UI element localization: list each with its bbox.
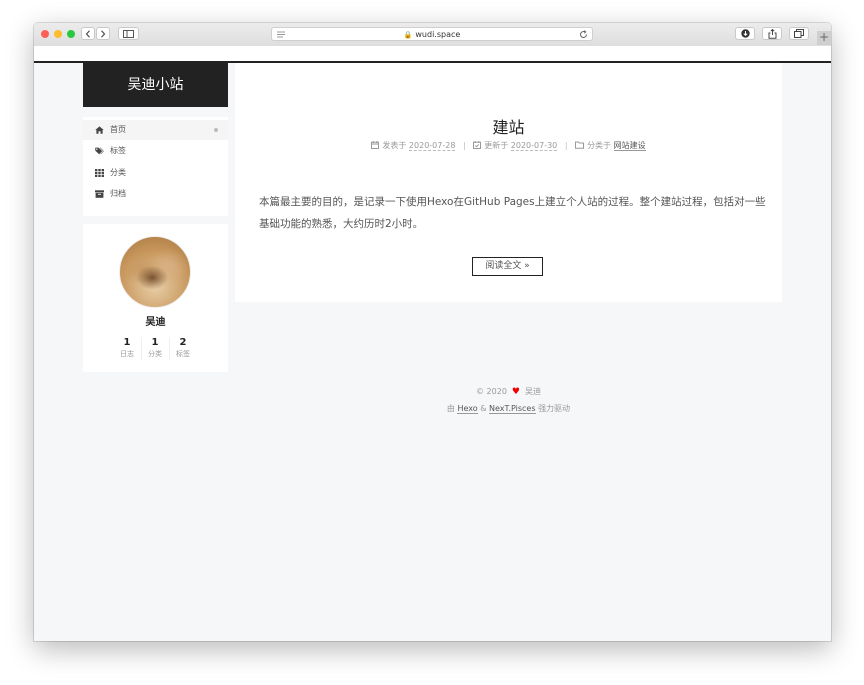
category-link[interactable]: 网站建设 (613, 141, 646, 151)
heart-icon: ♥ (511, 387, 520, 397)
stat-count: 1 (151, 337, 159, 348)
posted-label: 发表于 (382, 141, 407, 150)
category-label: 分类于 (587, 141, 612, 150)
share-button[interactable] (762, 27, 782, 40)
plus-icon: + (818, 30, 830, 44)
tabs-icon (794, 29, 804, 38)
browser-toolbar: 🔒 wudi.space + (34, 23, 831, 47)
menu-item-categories[interactable]: 分类 (83, 163, 228, 183)
menu-item-label: 标签 (110, 146, 126, 155)
menu-item-archives[interactable]: 归档 (83, 184, 228, 204)
reload-icon[interactable] (579, 30, 588, 39)
calendar-check-icon (473, 141, 482, 149)
menu-item-home[interactable]: 首页 (83, 120, 228, 140)
post-excerpt: 本篇最主要的目的，是记录一下使用Hexo在GitHub Pages上建立个人站的… (259, 196, 766, 230)
downloads-button[interactable] (735, 27, 755, 40)
meta-separator: | (462, 141, 466, 150)
author-profile: 吴迪 1 日志 1 分类 2 标签 (83, 224, 228, 372)
post-title[interactable]: 建站 (235, 114, 782, 138)
updated-label: 更新于 (484, 141, 509, 150)
site-brand[interactable]: 吴迪小站 (83, 63, 228, 107)
hexo-link[interactable]: Hexo (457, 404, 478, 414)
menu-item-tags[interactable]: 标签 (83, 141, 228, 161)
new-tab-button[interactable]: + (817, 31, 831, 45)
meta-separator: | (564, 141, 568, 150)
url-text: wudi.space (415, 30, 461, 39)
th-icon (95, 169, 104, 177)
stat-posts[interactable]: 1 日志 (113, 336, 141, 360)
minimize-window-button[interactable] (54, 30, 62, 38)
folder-icon (575, 141, 585, 149)
active-indicator (214, 128, 218, 132)
chevron-left-icon (85, 29, 90, 38)
footer-powered-by: 由 Hexo & NexT.Pisces 强力驱动 (235, 403, 782, 414)
share-icon (768, 28, 776, 39)
back-button[interactable] (81, 27, 95, 40)
sidebar-icon (123, 29, 134, 38)
download-icon (740, 29, 750, 38)
author-avatar (119, 236, 191, 308)
calendar-icon (371, 141, 380, 149)
archive-icon (95, 190, 104, 198)
tab-strip (34, 46, 831, 63)
updated-date: 2020-07-30 (510, 141, 558, 151)
footer-author: 吴迪 (524, 387, 541, 396)
tags-icon (95, 147, 104, 155)
address-bar[interactable]: 🔒 wudi.space (271, 27, 593, 41)
stat-label: 标签 (176, 350, 190, 358)
home-icon (95, 126, 104, 134)
powered-prefix: 由 (446, 404, 455, 413)
stat-count: 2 (179, 337, 187, 348)
tabs-overview-button[interactable] (789, 27, 809, 40)
theme-link[interactable]: NexT.Pisces (489, 404, 536, 414)
read-more-button[interactable]: 阅读全文 » (472, 257, 543, 276)
footer-copyright: © 2020 ♥ 吴迪 (235, 386, 782, 397)
forward-button[interactable] (96, 27, 110, 40)
stat-tags[interactable]: 2 标签 (169, 336, 197, 360)
stat-categories[interactable]: 1 分类 (141, 336, 169, 360)
menu-item-label: 首页 (110, 125, 126, 134)
zoom-window-button[interactable] (67, 30, 75, 38)
powered-suffix: 强力驱动 (538, 404, 571, 413)
close-window-button[interactable] (41, 30, 49, 38)
sidebar-toggle-button[interactable] (118, 27, 139, 40)
menu-item-label: 分类 (110, 168, 126, 177)
menu-item-label: 归档 (110, 189, 126, 198)
stat-count: 1 (123, 337, 131, 348)
chevron-right-icon (101, 29, 106, 38)
amp-text: & (480, 404, 487, 413)
stat-label: 日志 (120, 350, 134, 358)
stat-label: 分类 (148, 350, 162, 358)
posted-date: 2020-07-28 (408, 141, 456, 151)
site-menu: 首页 标签 分类 归档 (83, 117, 228, 216)
copyright-text: © 2020 (476, 387, 507, 396)
author-name: 吴迪 (145, 317, 166, 328)
browser-window: 🔒 wudi.space + 吴迪小站 首页 标签 分类 归档 吴迪 1 日志 … (34, 23, 831, 641)
lock-icon: 🔒 (403, 31, 413, 39)
post-meta: 发表于 2020-07-28 | 更新于 2020-07-30 | 分类于 网站… (235, 140, 782, 151)
post-card: 建站 发表于 2020-07-28 | 更新于 2020-07-30 | 分类于… (235, 63, 782, 302)
